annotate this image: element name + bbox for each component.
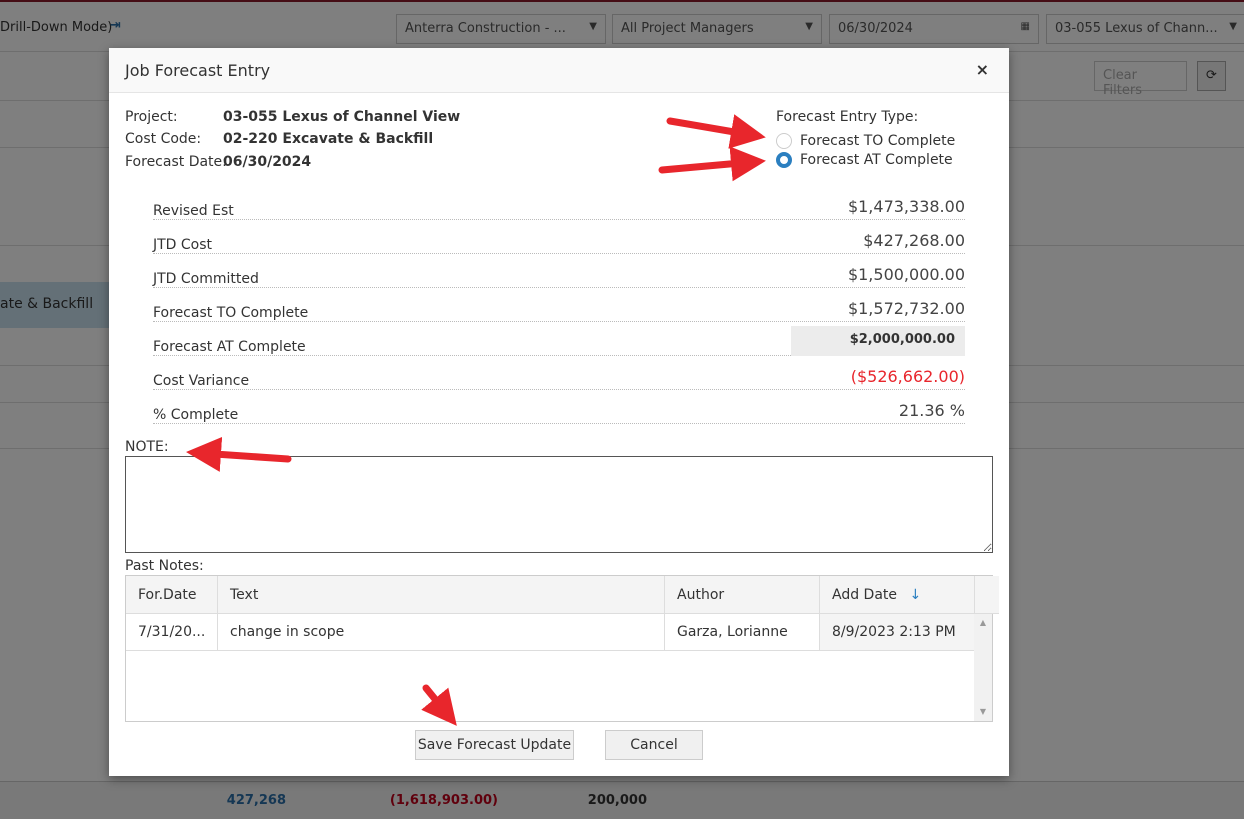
row-forecast-to-complete: Forecast TO Complete $1,572,732.00 bbox=[153, 294, 965, 322]
cancel-button[interactable]: Cancel bbox=[605, 730, 703, 760]
close-icon[interactable]: × bbox=[976, 60, 989, 79]
cost-code-value: 02-220 Excavate & Backfill bbox=[223, 131, 434, 147]
row-label: Forecast TO Complete bbox=[153, 305, 309, 321]
entry-type-label: Forecast Entry Type: bbox=[776, 109, 919, 125]
project-value: 03-055 Lexus of Channel View bbox=[223, 109, 461, 125]
cell-text: change in scope bbox=[218, 614, 665, 651]
row-label: Forecast AT Complete bbox=[153, 339, 306, 355]
cell-for-date: 7/31/20... bbox=[126, 614, 218, 651]
save-forecast-button[interactable]: Save Forecast Update bbox=[415, 730, 574, 760]
cell-author: Garza, Lorianne bbox=[665, 614, 820, 651]
column-header-for-date[interactable]: For.Date bbox=[126, 576, 218, 614]
cost-code-info: Cost Code: 02-220 Excavate & Backfill bbox=[125, 131, 433, 147]
radio-selected-icon[interactable] bbox=[776, 152, 792, 168]
row-jtd-committed: JTD Committed $1,500,000.00 bbox=[153, 260, 965, 288]
past-notes-grid: For.Date Text Author Add Date ↓ 7/31/20.… bbox=[125, 575, 999, 722]
note-textarea[interactable] bbox=[125, 456, 993, 553]
row-jtd-cost: JTD Cost $427,268.00 bbox=[153, 226, 965, 254]
radio-label: Forecast AT Complete bbox=[800, 152, 953, 168]
forecast-at-complete-input[interactable]: $2,000,000.00 bbox=[791, 326, 965, 356]
row-revised-est: Revised Est $1,473,338.00 bbox=[153, 192, 965, 220]
project-label: Project: bbox=[125, 109, 178, 125]
project-info: Project: 03-055 Lexus of Channel View bbox=[125, 109, 460, 125]
row-value: $1,572,732.00 bbox=[847, 299, 965, 318]
row-label: Revised Est bbox=[153, 203, 234, 219]
column-header-add-date[interactable]: Add Date ↓ bbox=[820, 576, 975, 614]
row-percent-complete: % Complete 21.36 % bbox=[153, 396, 965, 424]
cost-code-label: Cost Code: bbox=[125, 131, 202, 147]
row-forecast-at-complete: Forecast AT Complete $2,000,000.00 bbox=[153, 326, 965, 356]
modal-title: Job Forecast Entry bbox=[125, 61, 271, 80]
row-label: JTD Cost bbox=[153, 237, 213, 253]
radio-icon[interactable] bbox=[776, 133, 792, 149]
forecast-date-label: Forecast Date: bbox=[125, 154, 227, 170]
row-value: $1,500,000.00 bbox=[847, 265, 965, 284]
header-spacer bbox=[975, 576, 999, 614]
radio-label: Forecast TO Complete bbox=[800, 133, 956, 149]
row-cost-variance: Cost Variance ($526,662.00) bbox=[153, 362, 965, 390]
grid-scrollbar[interactable]: ▲ ▼ bbox=[974, 614, 992, 721]
scroll-down-icon[interactable]: ▼ bbox=[974, 707, 992, 716]
row-value: ($526,662.00) bbox=[850, 367, 965, 386]
radio-forecast-to-complete[interactable]: Forecast TO Complete bbox=[776, 133, 955, 149]
sort-desc-icon: ↓ bbox=[909, 587, 922, 603]
forecast-date-info: Forecast Date: 06/30/2024 bbox=[125, 154, 311, 170]
forecast-date-value: 06/30/2024 bbox=[223, 154, 312, 170]
note-label: NOTE: bbox=[125, 439, 169, 455]
cell-add-date: 8/9/2023 2:13 PM bbox=[820, 614, 975, 651]
row-value: 21.36 % bbox=[898, 401, 965, 420]
column-label: Add Date bbox=[832, 587, 898, 603]
column-header-text[interactable]: Text bbox=[218, 576, 665, 614]
job-forecast-modal: Job Forecast Entry × Project: 03-055 Lexu… bbox=[109, 48, 1009, 776]
modal-header: Job Forecast Entry × bbox=[109, 48, 1009, 93]
column-header-author[interactable]: Author bbox=[665, 576, 820, 614]
row-label: JTD Committed bbox=[153, 271, 259, 287]
past-notes-label: Past Notes: bbox=[125, 558, 204, 574]
row-label: % Complete bbox=[153, 407, 239, 423]
scroll-up-icon[interactable]: ▲ bbox=[974, 618, 992, 627]
row-value: $1,473,338.00 bbox=[847, 197, 965, 216]
row-label: Cost Variance bbox=[153, 373, 250, 389]
row-value: $427,268.00 bbox=[863, 231, 965, 250]
radio-forecast-at-complete[interactable]: Forecast AT Complete bbox=[776, 152, 953, 168]
